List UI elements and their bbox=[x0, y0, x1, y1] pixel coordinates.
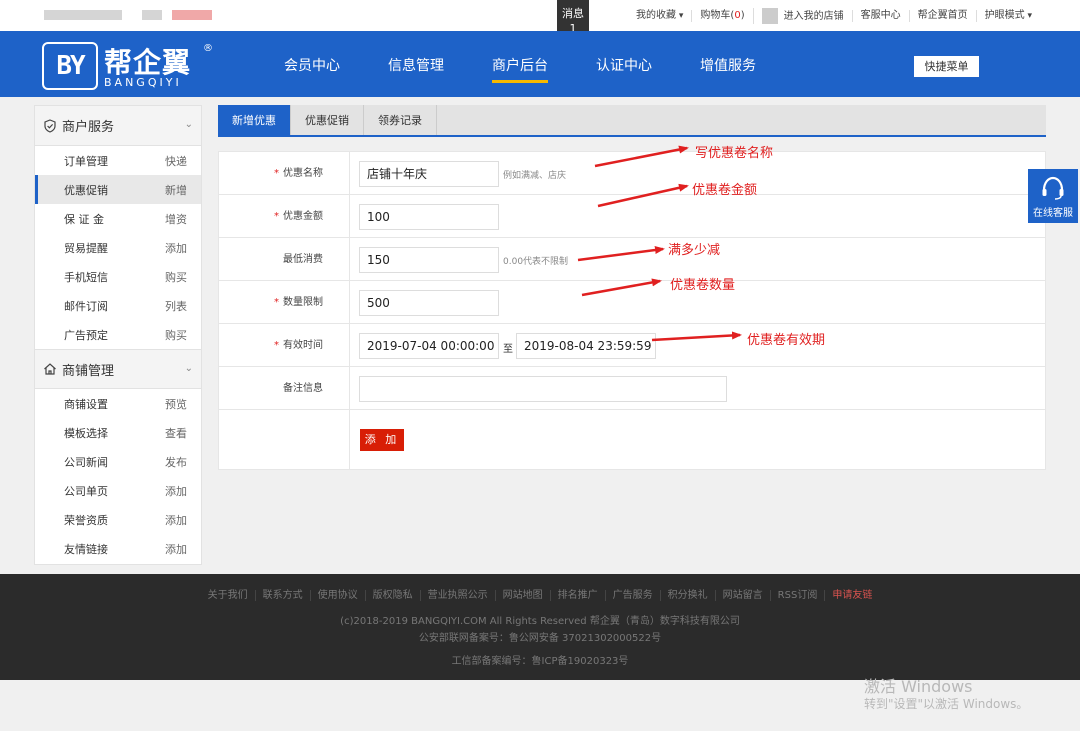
annotation-amount: 优惠卷金额 bbox=[692, 183, 758, 198]
footer-link-feedback[interactable]: 网站留言 bbox=[714, 590, 770, 601]
footer-link-about[interactable]: 关于我们 bbox=[201, 590, 255, 601]
footer-link-privacy[interactable]: 版权隐私 bbox=[364, 590, 420, 601]
footer-link-license[interactable]: 营业执照公示 bbox=[419, 590, 495, 601]
annotation-valid-time: 优惠卷有效期 bbox=[747, 333, 826, 348]
annotation-min-spend: 满多少减 bbox=[668, 243, 721, 258]
headset-icon bbox=[1042, 176, 1064, 200]
annotation-quantity: 优惠卷数量 bbox=[670, 278, 736, 293]
annotation-name: 写优惠卷名称 bbox=[695, 146, 774, 161]
arrow-to-min-spend bbox=[577, 246, 665, 262]
arrow-to-amount bbox=[597, 183, 689, 208]
footer-police-record: 公安部联网备案号：鲁公网安备 37021302000522号 bbox=[418, 633, 662, 644]
windows-activation-title: 激活 Windows bbox=[864, 677, 973, 696]
footer-copyright: (c)2018-2019 BANGQIYI.COM All Rights Res… bbox=[340, 616, 740, 627]
footer-link-points[interactable]: 积分换礼 bbox=[659, 590, 715, 601]
footer-icp-record: 工信部备案编号：鲁ICP备19020323号 bbox=[451, 656, 629, 667]
footer: 关于我们 联系方式 使用协议 版权隐私 营业执照公示 网站地图 排名推广 广告服… bbox=[0, 574, 1080, 680]
online-service-button[interactable]: 在线客服 bbox=[1028, 169, 1078, 223]
footer-link-apply-friend-link[interactable]: 申请友链 bbox=[824, 590, 879, 601]
footer-link-contact[interactable]: 联系方式 bbox=[254, 590, 310, 601]
arrow-to-name bbox=[594, 145, 689, 168]
online-service-label: 在线客服 bbox=[1033, 208, 1073, 219]
footer-link-rss[interactable]: RSS订阅 bbox=[769, 590, 825, 601]
footer-link-terms[interactable]: 使用协议 bbox=[309, 590, 365, 601]
footer-links: 关于我们 联系方式 使用协议 版权隐私 营业执照公示 网站地图 排名推广 广告服… bbox=[0, 590, 1080, 601]
footer-link-sitemap[interactable]: 网站地图 bbox=[494, 590, 550, 601]
windows-activation-hint: 转到"设置"以激活 Windows。 bbox=[864, 697, 1029, 711]
footer-link-ranking[interactable]: 排名推广 bbox=[549, 590, 605, 601]
arrow-to-valid-time bbox=[651, 331, 742, 342]
footer-link-ads[interactable]: 广告服务 bbox=[604, 590, 660, 601]
arrow-to-quantity bbox=[581, 278, 662, 297]
